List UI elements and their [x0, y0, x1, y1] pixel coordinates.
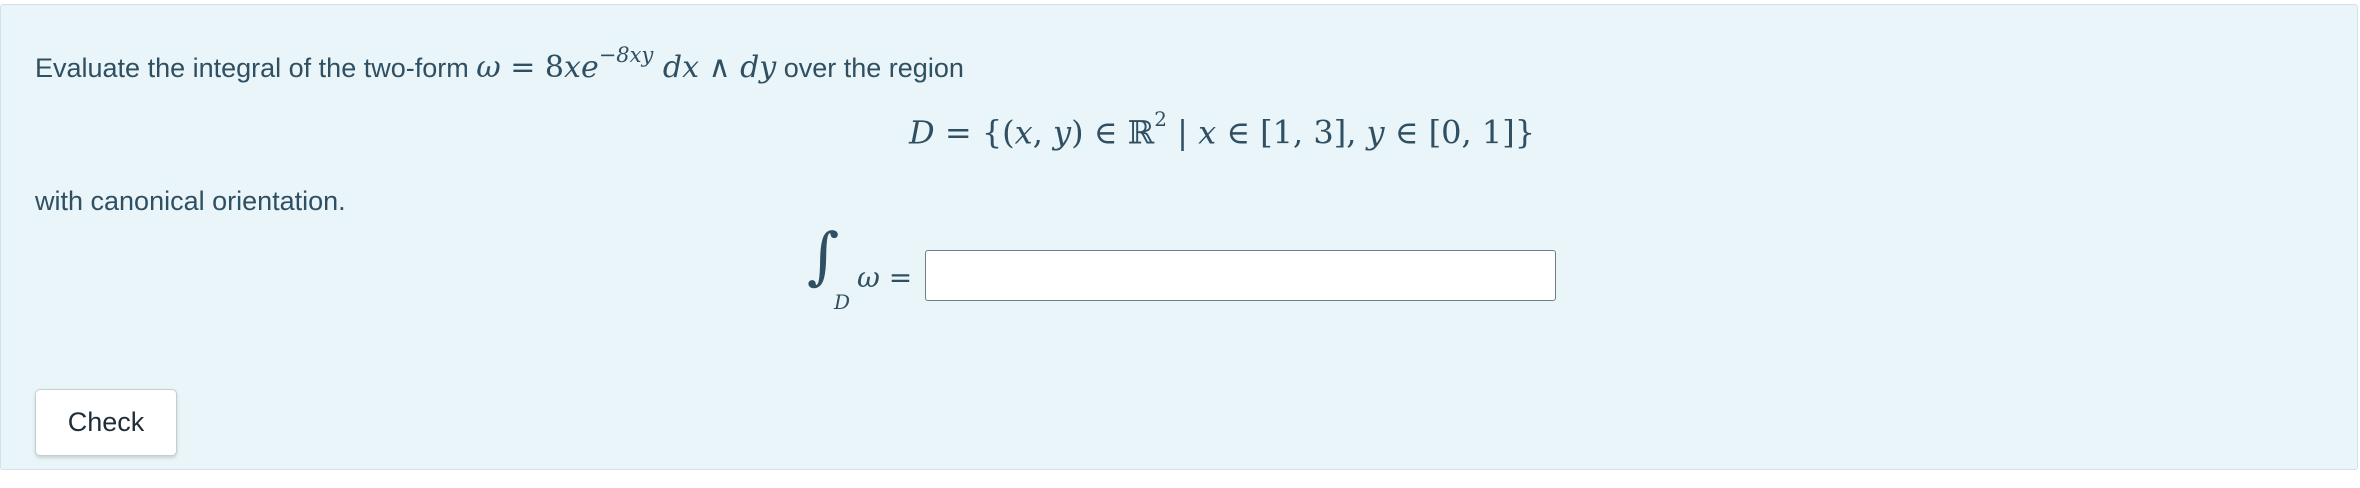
form-exponent: −8xy: [598, 43, 654, 67]
equals-sign: =: [500, 50, 545, 85]
intro-suffix: over the region: [776, 53, 964, 83]
answer-input[interactable]: [925, 250, 1556, 301]
region-in-reals: ) ∈ ℝ: [1071, 113, 1155, 152]
orientation-text: with canonical orientation.: [35, 186, 346, 216]
form-coefficient: 8: [544, 50, 565, 85]
intro-prefix: Evaluate the integral of the two-form: [35, 53, 477, 83]
omega-symbol: ω: [476, 50, 501, 85]
region-cond-x-range: ∈ [1, 3],: [1216, 113, 1367, 152]
region-comma: ,: [1032, 113, 1054, 152]
integral-subscript: D: [834, 290, 851, 314]
wedge-symbol: ∧: [699, 50, 741, 85]
region-cond-x: x: [1198, 113, 1217, 152]
integral-sign-icon: ∫: [807, 219, 840, 292]
region-bar: |: [1166, 113, 1199, 152]
region-cond-y-range: ∈ [0, 1]}: [1384, 113, 1536, 152]
form-dx: dx: [653, 50, 700, 85]
form-e: e: [580, 50, 599, 85]
check-button[interactable]: Check: [35, 389, 177, 456]
region-y: y: [1053, 113, 1072, 152]
region-eq: = {(: [934, 113, 1015, 152]
integral-expression: ∫ D ω =: [807, 225, 927, 323]
region-lhs: D: [909, 113, 935, 152]
form-x: x: [564, 50, 581, 85]
question-panel: Evaluate the integral of the two-form ω …: [0, 4, 2358, 470]
region-cond-y: y: [1366, 113, 1385, 152]
two-form-expression: ω = 8xe−8xy dx ∧ dy: [476, 43, 777, 85]
region-x: x: [1014, 113, 1033, 152]
integrand-label: ω =: [857, 261, 913, 294]
form-dy: dy: [740, 50, 777, 85]
region-definition: D = {(x, y) ∈ ℝ2 | x ∈ [1, 3], y ∈ [0, 1…: [909, 107, 1536, 152]
region-r-power: 2: [1154, 107, 1167, 131]
question-intro: Evaluate the integral of the two-form ω …: [35, 43, 964, 85]
